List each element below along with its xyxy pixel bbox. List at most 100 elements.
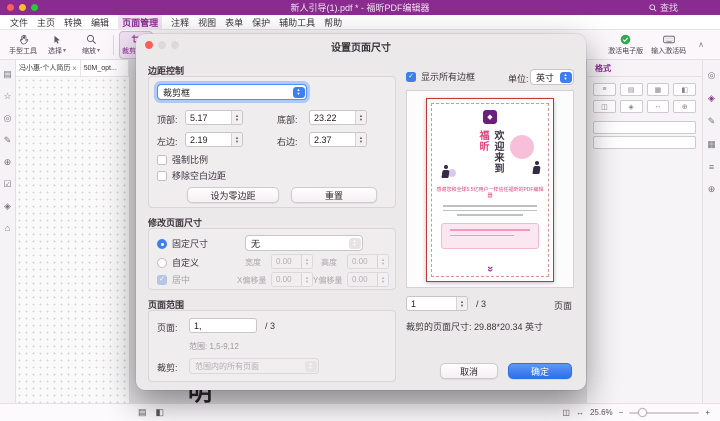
reset-button[interactable]: 重置 [291,187,377,203]
menu-side-icon[interactable]: ≡ [709,162,714,172]
zoom-level[interactable]: 25.6% [590,408,613,417]
menu-item-page-management[interactable]: 页面管理 [118,15,162,30]
bookmarks-panel-icon[interactable]: ☆ [3,91,11,102]
align-left-icon[interactable]: ≡ [593,83,616,96]
document-tab-resume[interactable]: 冯小惠-个人简历.pdf × [16,60,81,76]
bottom-margin-field[interactable]: 23.22 ▲▼ [309,110,367,125]
annotations-panel-icon[interactable]: ✎ [4,135,12,146]
zoom-window-button[interactable] [31,4,38,11]
thumbnails-view-icon[interactable]: ▤ [138,407,147,418]
align-middle-icon[interactable]: ◫ [593,100,616,113]
page-label: 页面: [157,321,178,334]
menu-item-edit[interactable]: 编辑 [91,16,109,29]
unit-select[interactable]: 英寸 ▲▼ [530,69,574,85]
align-bottom-icon[interactable]: ◈ [620,100,643,113]
top-margin-field[interactable]: 5.17 ▲▼ [185,110,243,125]
right-margin-field[interactable]: 2.37 ▲▼ [309,132,367,147]
menu-item-accessibility[interactable]: 辅助工具 [279,16,315,29]
zoom-slider[interactable] [629,412,699,414]
menu-item-home[interactable]: 主页 [37,16,55,29]
menu-item-form[interactable]: 表单 [225,16,243,29]
page-layout-icon[interactable]: ◧ [156,407,165,418]
minimize-window-button[interactable] [19,4,26,11]
fixed-size-select[interactable]: 无 ▲▼ [245,235,363,251]
distribute-h-icon[interactable]: ↔ [647,100,670,113]
height-label: 高度 [321,257,337,268]
search-label: 查找 [660,1,678,14]
poster-title: 欢迎来到福昕 [475,130,505,180]
thumbnail-panel: 冯小惠-个人简历.pdf × 50M_opt... [16,60,130,403]
left-margin-stepper[interactable]: ▲▼ [231,133,242,146]
ok-button[interactable]: 确定 [508,363,572,379]
attach-side-icon[interactable]: ⊕ [708,184,716,195]
right-margin-stepper[interactable]: ▲▼ [355,133,366,146]
search-panel-icon[interactable]: ◎ [4,113,12,124]
enter-activation-code-button[interactable]: 输入激活码 [651,31,686,59]
cropped-size-text: 裁剪的页面尺寸: 29.88*20.34 英寸 [406,320,543,333]
remove-blank-margins-checkbox[interactable]: 移除空白边距 [157,169,226,182]
menu-item-view[interactable]: 视图 [198,16,216,29]
left-margin-field[interactable]: 2.19 ▲▼ [185,132,243,147]
titlebar[interactable]: 新人引导(1).pdf * - 福昕PDF编辑器 查找 [0,0,720,15]
text-lines-decor [443,205,537,216]
bottom-margin-stepper[interactable]: ▲▼ [355,111,366,124]
hand-tool-button[interactable]: 手型工具 [6,31,40,59]
show-all-boxes-checkbox[interactable]: ✓ 显示所有边框 [406,70,475,83]
format-option-bar[interactable] [593,136,696,149]
collapse-toolbar-icon[interactable]: ∧ [694,40,708,49]
page-preview[interactable]: ◆ 欢迎来到福昕 感谢您和全球5.5亿用户一样信任福昕的PDF编辑器 » [426,98,554,282]
menu-item-comment[interactable]: 注释 [171,16,189,29]
box-type-select[interactable]: 裁剪框 ▲▼ [157,84,307,100]
align-top-icon[interactable]: ◧ [673,83,696,96]
menu-item-help[interactable]: 帮助 [324,16,342,29]
layers-panel-icon[interactable]: ◈ [4,201,11,212]
thumbnail-area[interactable] [16,77,129,403]
dialog-titlebar[interactable]: 设置页面尺寸 [136,34,586,56]
format-option-bar[interactable] [593,121,696,134]
comment-side-icon[interactable]: ✎ [708,116,716,127]
destinations-panel-icon[interactable]: ⌂ [5,223,10,233]
custom-size-radio[interactable]: 自定义 [157,256,199,269]
thumbnails-panel-icon[interactable]: ▤ [3,69,12,80]
page-range-field[interactable]: 1, [189,318,257,333]
menu-item-convert[interactable]: 转换 [64,16,82,29]
remove-blank-label: 移除空白边距 [172,169,226,182]
top-margin-stepper[interactable]: ▲▼ [231,111,242,124]
constrain-proportions-checkbox[interactable]: 强制比例 [157,153,208,166]
document-tab-label: 50M_opt... [84,65,117,72]
activate-button[interactable]: 激活电子版 [608,31,643,59]
preview-page-field[interactable]: 1 ▲▼ [406,296,468,311]
format-panel-title[interactable]: 格式 [587,60,702,77]
select-tool-button[interactable]: 选择▾ [40,31,74,59]
zoom-out-button[interactable]: − [619,408,624,417]
titlebar-search-button[interactable]: 查找 [649,1,678,14]
pages-side-icon[interactable]: ▦ [707,139,716,150]
zoom-in-button[interactable]: + [705,408,710,417]
fit-page-icon[interactable]: ◫ [562,408,570,417]
set-zero-margins-button[interactable]: 设为零边距 [187,187,279,203]
zoom-slider-knob[interactable] [638,408,647,417]
align-right-icon[interactable]: ▦ [647,83,670,96]
center-checkbox: ✓ 居中 [157,273,190,286]
preview-page-stepper[interactable]: ▲▼ [456,297,467,310]
menu-item-file[interactable]: 文件 [10,16,28,29]
zoom-tool-button[interactable]: 缩放▾ [74,31,108,59]
assistant-icon[interactable]: ◈ [708,93,715,104]
poster-logo-icon: ◆ [483,110,497,124]
attachments-panel-icon[interactable]: ⊕ [4,157,12,168]
fit-width-icon[interactable]: ↔ [576,408,584,417]
document-tab-50m[interactable]: 50M_opt... [81,60,129,76]
forms-panel-icon[interactable]: ☑ [3,179,11,190]
close-window-button[interactable] [7,4,14,11]
menu-item-protect[interactable]: 保护 [252,16,270,29]
right-panel-strip: ◎ ◈ ✎ ▦ ≡ ⊕ [702,60,720,403]
search-side-icon[interactable]: ◎ [708,70,716,81]
preview-page-word: 页面 [554,299,572,312]
height-stepper: ▲▼ [377,255,388,268]
align-center-icon[interactable]: ▤ [620,83,643,96]
distribute-v-icon[interactable]: ⊕ [673,100,696,113]
close-tab-icon[interactable]: × [72,64,77,73]
cancel-button[interactable]: 取消 [440,363,498,379]
preview-page-total: / 3 [476,299,486,309]
fixed-size-radio[interactable]: 固定尺寸 [157,237,208,250]
